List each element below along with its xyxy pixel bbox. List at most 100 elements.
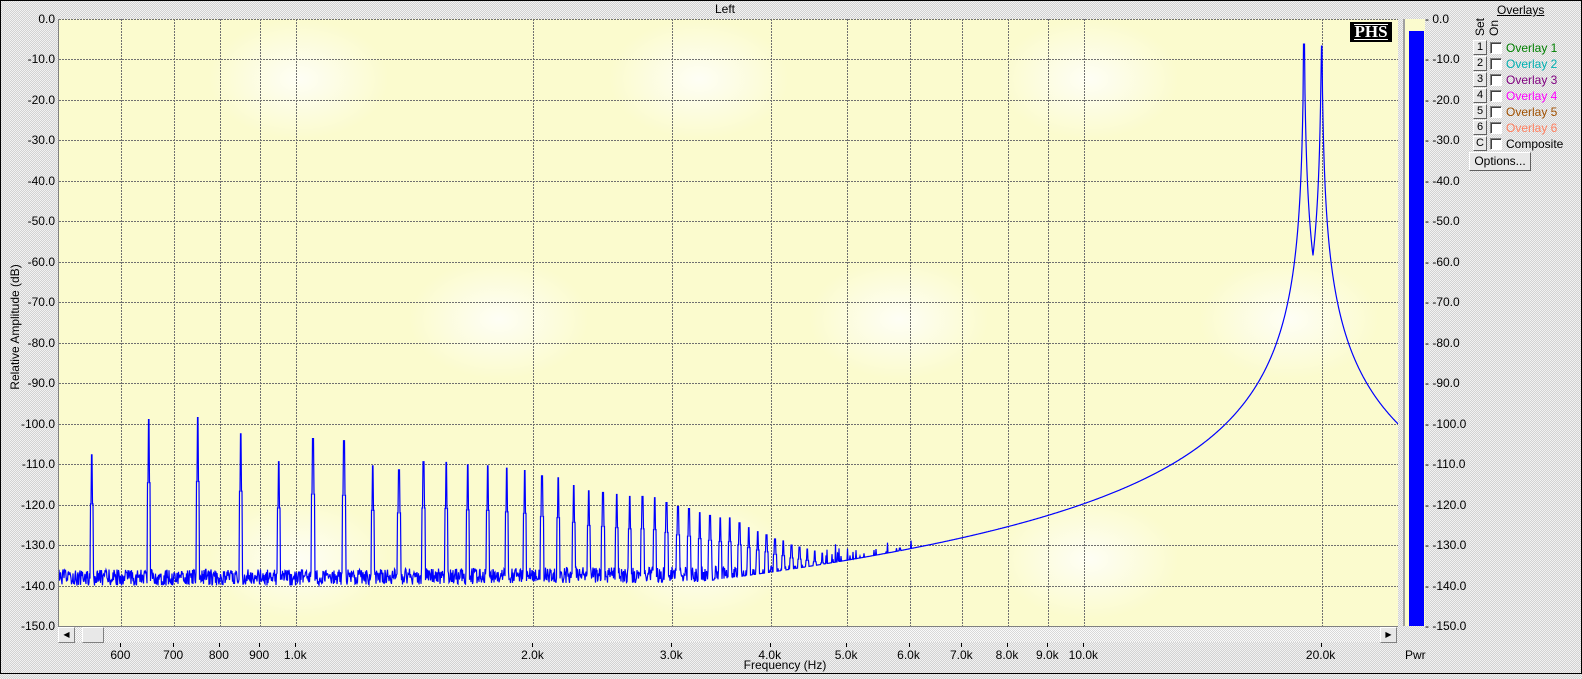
overlay-set-button[interactable]: 4 xyxy=(1473,88,1487,103)
y-tick-label: -40.0 xyxy=(27,173,55,188)
overlay-checkbox[interactable] xyxy=(1490,105,1502,118)
power-meter-bar xyxy=(1409,31,1424,626)
x-tick-label: 9.0k xyxy=(1035,648,1059,662)
y-tick-label: -140.0 xyxy=(20,578,55,593)
y-tick-label: 0.0 xyxy=(38,12,55,26)
y-tick-label: -90.0 xyxy=(27,376,55,391)
meter-tick-label: - -50.0 xyxy=(1425,214,1460,229)
meter-tick-label: - -60.0 xyxy=(1425,254,1460,269)
x-tick-label: 600 xyxy=(110,648,131,662)
y-tick-label: -50.0 xyxy=(27,214,55,229)
overlay-label: Overlay 2 xyxy=(1506,56,1558,71)
on-column-header: On xyxy=(1487,19,1501,36)
y-tick-label: -100.0 xyxy=(20,416,55,431)
meter-tick-label: - -130.0 xyxy=(1425,538,1467,553)
spectrum-trace xyxy=(59,43,1398,588)
y-tick-label: -60.0 xyxy=(27,254,55,269)
overlay-checkbox[interactable] xyxy=(1490,73,1502,86)
meter-tick-label: - -20.0 xyxy=(1425,92,1460,107)
x-tick-mark xyxy=(1047,643,1048,647)
overlay-row: 4 Overlay 4 xyxy=(1473,88,1557,103)
x-tick-mark xyxy=(1321,643,1322,647)
x-tick-mark xyxy=(1007,643,1008,647)
x-tick-mark xyxy=(219,643,220,647)
options-button[interactable]: Options... xyxy=(1469,152,1531,171)
overlay-label: Overlay 4 xyxy=(1506,88,1558,103)
meter-tick-label: - -90.0 xyxy=(1425,376,1460,391)
overlay-label: Composite xyxy=(1506,136,1564,151)
overlay-checkbox[interactable] xyxy=(1490,89,1502,102)
x-axis-title: Frequency (Hz) xyxy=(743,658,827,672)
x-tick-mark xyxy=(532,643,533,647)
power-meter xyxy=(1403,19,1425,626)
meter-tick-label: - -10.0 xyxy=(1425,52,1460,67)
overlay-row: 1 Overlay 1 xyxy=(1473,40,1557,55)
overlay-checkbox[interactable] xyxy=(1490,121,1502,134)
overlay-set-button[interactable]: C xyxy=(1473,136,1487,151)
meter-tick-label: - -30.0 xyxy=(1425,133,1460,148)
x-tick-mark xyxy=(120,643,121,647)
spectrum-svg xyxy=(59,19,1398,626)
y-tick-label: -150.0 xyxy=(20,619,55,633)
x-tick-mark xyxy=(961,643,962,647)
phs-logo: PHS xyxy=(1350,22,1392,42)
meter-tick-label: - -150.0 xyxy=(1425,619,1467,633)
x-tick-label: 10.0k xyxy=(1068,648,1099,662)
y-tick-label: -70.0 xyxy=(27,295,55,310)
scroll-right-button[interactable]: ▶ xyxy=(1380,627,1397,643)
x-tick-label: 700 xyxy=(163,648,184,662)
overlays-title: Overlays xyxy=(1497,3,1545,17)
overlay-checkbox[interactable] xyxy=(1490,57,1502,70)
horizontal-scrollbar[interactable]: ◀ ▶ xyxy=(58,627,1397,643)
scroll-thumb[interactable] xyxy=(82,627,104,643)
x-tick-label: 3.0k xyxy=(659,648,683,662)
x-tick-label: 800 xyxy=(208,648,229,662)
overlay-row: 6 Overlay 6 xyxy=(1473,120,1557,135)
overlay-row: 5 Overlay 5 xyxy=(1473,104,1557,119)
meter-tick-label: - -100.0 xyxy=(1425,416,1467,431)
overlay-set-button[interactable]: 3 xyxy=(1473,72,1487,87)
meter-tick-label: - -120.0 xyxy=(1425,497,1467,512)
y-tick-label: -110.0 xyxy=(21,457,55,472)
x-tick-mark xyxy=(909,643,910,647)
scroll-left-button[interactable]: ◀ xyxy=(58,627,75,643)
y-tick-label: -80.0 xyxy=(27,335,55,350)
x-tick-label: 900 xyxy=(249,648,270,662)
overlay-set-button[interactable]: 6 xyxy=(1473,120,1487,135)
overlay-set-button[interactable]: 1 xyxy=(1473,40,1487,55)
x-tick-mark xyxy=(1083,643,1084,647)
logo-text: PHS xyxy=(1354,22,1388,41)
meter-tick-label: - -110.0 xyxy=(1425,457,1466,472)
meter-tick-label: - -140.0 xyxy=(1425,578,1467,593)
overlay-row: C Composite xyxy=(1473,136,1563,151)
meter-tick-label: - -80.0 xyxy=(1425,335,1460,350)
y-tick-label: -30.0 xyxy=(27,133,55,148)
overlay-checkbox[interactable] xyxy=(1490,41,1502,54)
x-tick-label: 2.0k xyxy=(521,648,544,662)
y-tick-label: -10.0 xyxy=(27,52,55,67)
x-tick-mark xyxy=(846,643,847,647)
plot-area[interactable] xyxy=(58,19,1398,627)
chart-title: Left xyxy=(714,2,735,16)
overlay-row: 3 Overlay 3 xyxy=(1473,72,1557,87)
overlay-checkbox[interactable] xyxy=(1490,137,1502,150)
overlay-label: Overlay 6 xyxy=(1506,120,1558,135)
overlay-label: Overlay 5 xyxy=(1506,104,1558,119)
overlay-label: Overlay 1 xyxy=(1506,40,1558,55)
overlay-set-button[interactable]: 2 xyxy=(1473,56,1487,71)
meter-tick-label: - 0.0 xyxy=(1425,12,1450,26)
x-tick-mark xyxy=(671,643,672,647)
overlay-row: 2 Overlay 2 xyxy=(1473,56,1557,71)
meter-tick-label: - -70.0 xyxy=(1425,295,1460,310)
overlay-set-button[interactable]: 5 xyxy=(1473,104,1487,119)
x-tick-mark xyxy=(173,643,174,647)
x-tick-mark xyxy=(295,643,296,647)
y-tick-label: -20.0 xyxy=(27,92,55,107)
x-tick-label: 1.0k xyxy=(283,648,307,662)
y-tick-label: -120.0 xyxy=(20,497,55,512)
power-meter-label: Pwr xyxy=(1405,648,1426,662)
x-tick-mark xyxy=(770,643,771,647)
x-tick-label: 7.0k xyxy=(949,648,973,662)
y-tick-label: -130.0 xyxy=(20,538,55,553)
x-tick-label: 6.0k xyxy=(897,648,920,662)
